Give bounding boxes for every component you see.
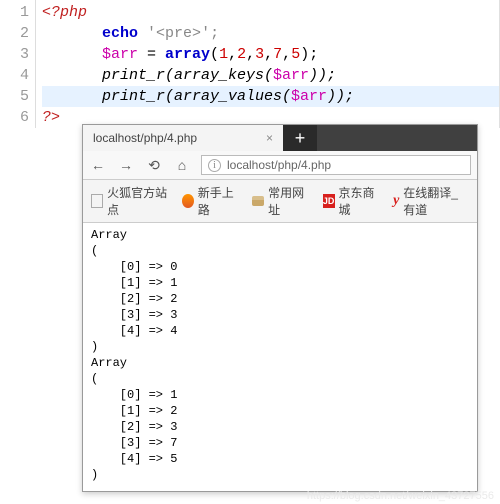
- php-close-tag: ?>: [42, 109, 60, 126]
- browser-tab[interactable]: localhost/php/4.php ×: [83, 125, 283, 151]
- call-array-values: print_r(array_values(: [102, 88, 291, 105]
- keyword-echo: echo: [102, 25, 138, 42]
- code-line-2: echo '<pre>';: [42, 23, 499, 44]
- line-number: 5: [0, 86, 29, 107]
- keyword-array: array: [165, 46, 210, 63]
- line-number: 1: [0, 2, 29, 23]
- tab-bar: localhost/php/4.php × +: [83, 125, 477, 151]
- php-open-tag: <?php: [42, 4, 87, 21]
- jd-icon: JD: [323, 194, 335, 208]
- folder-icon: [252, 196, 264, 206]
- forward-icon[interactable]: →: [117, 157, 135, 173]
- browser-window: localhost/php/4.php × + ← → ⟲ ⌂ i localh…: [82, 124, 478, 492]
- bookmarks-bar: 火狐官方站点 新手上路 常用网址 JD京东商城 y在线翻译_有道: [83, 180, 477, 223]
- code-line-1: <?php: [42, 2, 499, 23]
- code-area[interactable]: <?php echo '<pre>'; $arr = array(1,2,3,7…: [36, 0, 499, 128]
- bookmark-jd[interactable]: JD京东商城: [323, 184, 379, 218]
- bookmark-common-sites[interactable]: 常用网址: [252, 184, 308, 218]
- tab-title: localhost/php/4.php: [93, 131, 197, 145]
- new-tab-button[interactable]: +: [283, 125, 317, 151]
- close-icon[interactable]: ×: [266, 131, 273, 145]
- call-array-keys: print_r(array_keys(: [102, 67, 273, 84]
- firefox-icon: [182, 194, 194, 208]
- page-output: Array ( [0] => 0 [1] => 1 [2] => 2 [3] =…: [83, 223, 477, 491]
- url-text: localhost/php/4.php: [227, 158, 331, 172]
- line-number: 3: [0, 44, 29, 65]
- line-number: 6: [0, 107, 29, 128]
- nav-bar: ← → ⟲ ⌂ i localhost/php/4.php: [83, 151, 477, 180]
- code-editor: 1 2 3 4 5 6 <?php echo '<pre>'; $arr = a…: [0, 0, 500, 128]
- back-icon[interactable]: ←: [89, 157, 107, 173]
- info-icon[interactable]: i: [208, 159, 221, 172]
- bookmark-youdao[interactable]: y在线翻译_有道: [393, 184, 469, 218]
- url-input[interactable]: i localhost/php/4.php: [201, 155, 471, 175]
- watermark: https://blog.csdn.net/weixin_43727556: [307, 490, 494, 502]
- line-number: 2: [0, 23, 29, 44]
- line-number-gutter: 1 2 3 4 5 6: [0, 0, 36, 128]
- youdao-icon: y: [393, 193, 399, 209]
- code-line-4: print_r(array_keys($arr));: [42, 65, 499, 86]
- variable-arr: $arr: [102, 46, 138, 63]
- home-icon[interactable]: ⌂: [173, 157, 191, 173]
- code-line-5: print_r(array_values($arr));: [42, 86, 499, 107]
- bookmark-firefox-official[interactable]: 火狐官方站点: [91, 184, 168, 218]
- code-line-3: $arr = array(1,2,3,7,5);: [42, 44, 499, 65]
- line-number: 4: [0, 65, 29, 86]
- bookmark-getting-started[interactable]: 新手上路: [182, 184, 238, 218]
- reload-icon[interactable]: ⟲: [145, 157, 163, 174]
